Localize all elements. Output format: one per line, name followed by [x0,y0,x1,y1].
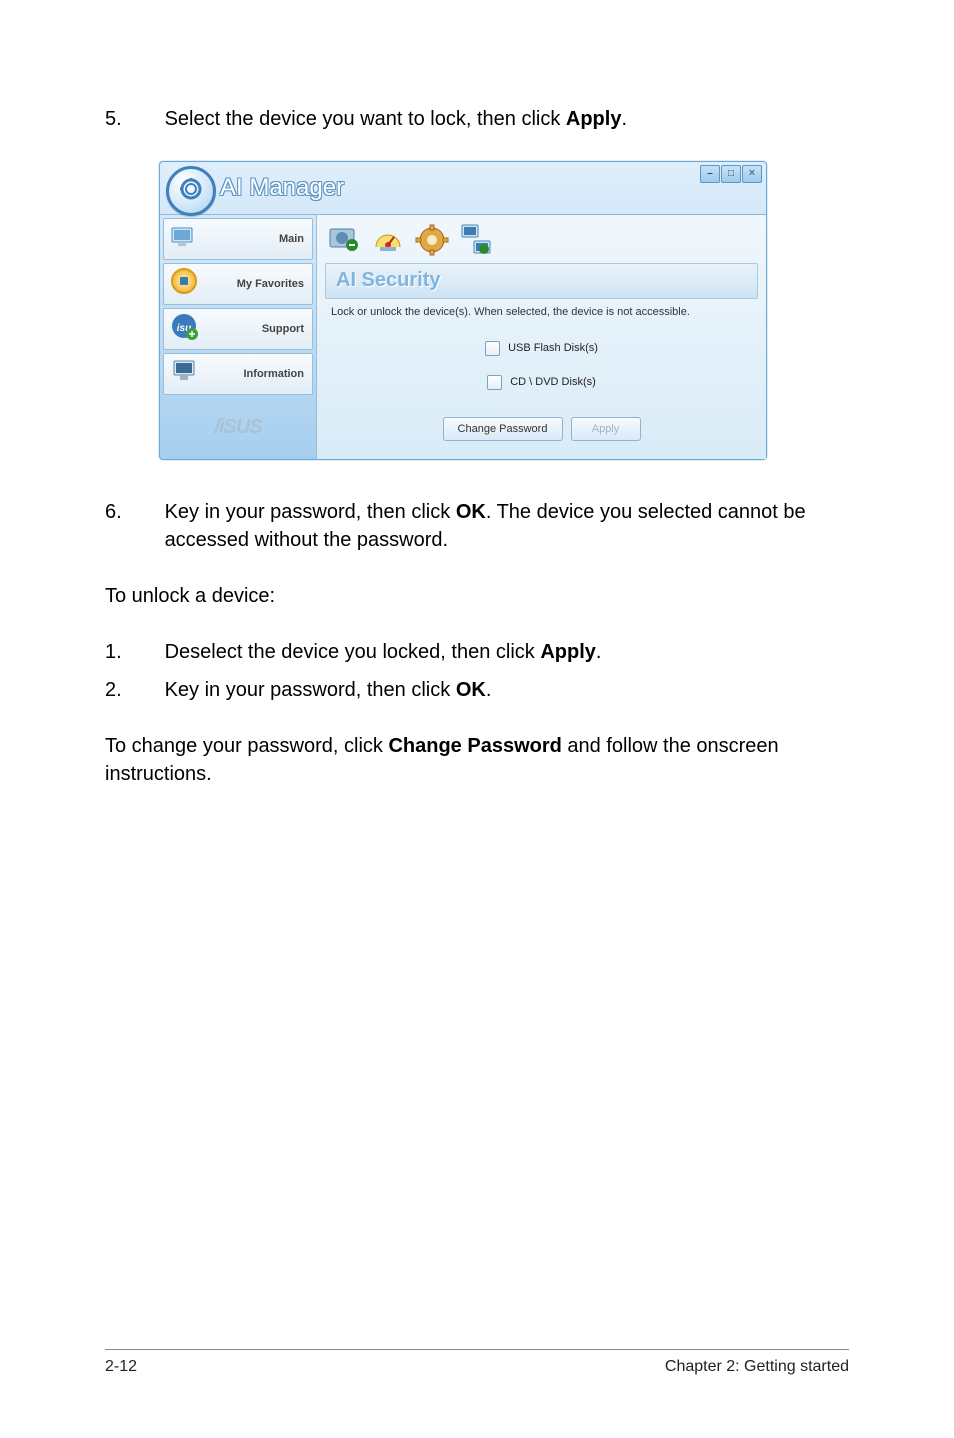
toolbar-icons [325,219,758,261]
step-number: 2. [105,676,159,704]
sidebar-item-main[interactable]: Main [163,218,313,260]
chapter-label: Chapter 2: Getting started [665,1358,849,1376]
text-bold: OK [456,679,486,701]
step-number: 6. [105,498,159,526]
change-password-button[interactable]: Change Password [443,417,563,441]
button-row: Change Password Apply [325,417,758,441]
section-description: Lock or unlock the device(s). When selec… [325,299,758,331]
app-logo-icon [166,166,216,216]
checkbox-dvd-label: CD \ DVD Disk(s) [510,376,596,388]
apply-button[interactable]: Apply [571,417,641,441]
step-text: Key in your password, then click OK. The… [165,498,845,554]
step-5: 5. Select the device you want to lock, t… [105,105,849,133]
step-number: 1. [105,638,159,666]
step-text: Key in your password, then click OK. [165,676,845,704]
asus-logo: /iSUS [166,407,310,447]
text-b: . [596,641,602,663]
checkbox-usb-row: USB Flash Disk(s) [325,331,758,365]
sidebar-item-label: Information [244,368,305,380]
text-a: Select the device you want to lock, then… [165,108,566,130]
checkbox-dvd-row: CD \ DVD Disk(s) [325,365,758,399]
page-number: 2-12 [105,1358,137,1376]
main-pane: AI Security Lock or unlock the device(s)… [316,215,766,459]
minimize-button[interactable]: – [700,165,720,183]
text-a: Key in your password, then click [165,501,456,523]
text-b: . [486,679,492,701]
close-button[interactable]: × [742,165,762,183]
text-a: Deselect the device you locked, then cli… [165,641,541,663]
gear-icon[interactable] [413,222,451,258]
text-bold: Change Password [388,735,561,757]
checkbox-usb[interactable] [485,341,500,356]
checkbox-dvd[interactable] [487,375,502,390]
change-password-para: To change your password, click Change Pa… [105,732,849,788]
sidebar-item-support[interactable]: isu Support [163,308,313,350]
sidebar-item-label: Support [262,323,304,335]
app-body: Main My Favorites isu Support Informatio… [160,215,766,459]
support-icon: isu [170,312,202,344]
disk-speed-icon[interactable] [325,222,363,258]
text-a: To change your password, click [105,735,388,757]
text-bold: OK [456,501,486,523]
window-buttons: – □ × [700,165,762,183]
step-text: Select the device you want to lock, then… [165,105,845,133]
sidebar-item-label: Main [279,233,304,245]
text-bold: Apply [566,108,622,130]
overclock-icon[interactable] [369,222,407,258]
sidebar-item-label: My Favorites [237,278,304,290]
step-number: 5. [105,105,159,133]
information-icon [170,357,202,389]
text-b: . [621,108,627,130]
titlebar: AI Manager – □ × [160,162,766,215]
text-bold: Apply [540,641,596,663]
step-text: Deselect the device you locked, then cli… [165,638,845,666]
step-6: 6. Key in your password, then click OK. … [105,498,849,554]
unlock-heading: To unlock a device: [105,582,849,610]
section-header: AI Security [325,263,758,299]
maximize-button[interactable]: □ [721,165,741,183]
sidebar-item-information[interactable]: Information [163,353,313,395]
sidebar-item-favorites[interactable]: My Favorites [163,263,313,305]
app-title: AI Manager [220,174,344,202]
unlock-step-1: 1. Deselect the device you locked, then … [105,638,849,666]
unlock-step-2: 2. Key in your password, then click OK. [105,676,849,704]
text-a: Key in your password, then click [165,679,456,701]
favorites-icon [170,267,202,299]
pc-network-icon[interactable] [457,222,495,258]
page-footer: 2-12 Chapter 2: Getting started [105,1349,849,1376]
checkbox-usb-label: USB Flash Disk(s) [508,342,598,354]
ai-manager-window: AI Manager – □ × Main My Favorites [159,161,767,460]
main-icon [170,222,202,254]
sidebar: Main My Favorites isu Support Informatio… [160,215,316,459]
